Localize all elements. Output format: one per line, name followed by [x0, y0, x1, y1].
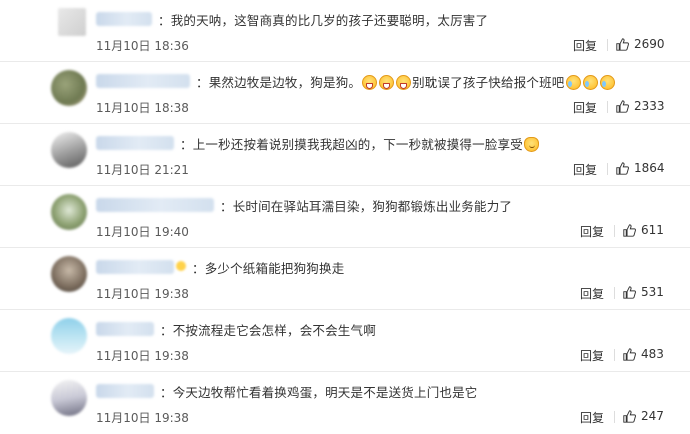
- comment-item: ：今天边牧帮忙看着换鸡蛋，明天是不是送货上门也是它 11月10日 19:38 回…: [0, 372, 690, 434]
- reply-button[interactable]: 回复: [573, 99, 597, 116]
- like-count: 1864: [634, 161, 665, 175]
- comment-time: 11月10日 21:21: [96, 163, 189, 177]
- comment-text-part: ：上一秒还按着说别摸我我超凶的，下一秒就被摸得一脸享受: [180, 137, 523, 152]
- like-count: 483: [641, 347, 664, 361]
- comment-list: ：我的天呐，这智商真的比几岁的孩子还要聪明，太厉害了 11月10日 18:36 …: [0, 0, 690, 434]
- like-button[interactable]: 2690: [616, 37, 665, 51]
- avatar[interactable]: [51, 70, 87, 106]
- like-button[interactable]: 1864: [616, 161, 665, 175]
- divider: [614, 225, 615, 237]
- thumbs-up-icon: [616, 161, 629, 175]
- cry-laugh-emoji: [599, 75, 615, 90]
- like-button[interactable]: 611: [623, 223, 664, 237]
- divider: [614, 287, 615, 299]
- like-button[interactable]: 531: [623, 285, 664, 299]
- comment-text: ：多少个纸箱能把狗狗换走: [192, 261, 345, 276]
- comment-item: ：上一秒还按着说别摸我我超凶的，下一秒就被摸得一脸享受 11月10日 21:21…: [0, 124, 690, 186]
- reply-button[interactable]: 回复: [573, 161, 597, 178]
- comment-time: 11月10日 19:38: [96, 287, 189, 301]
- thumbs-up-icon: [623, 223, 636, 237]
- username[interactable]: [96, 384, 154, 398]
- like-count: 611: [641, 223, 664, 237]
- comment-text-part: ：果然边牧是边牧，狗是狗。: [196, 75, 362, 90]
- thumbs-up-icon: [623, 409, 636, 423]
- avatar[interactable]: [51, 318, 87, 354]
- username[interactable]: [96, 74, 190, 88]
- username[interactable]: [96, 260, 174, 274]
- comment-item: ：长时间在驿站耳濡目染，狗狗都锻炼出业务能力了 11月10日 19:40 回复 …: [0, 186, 690, 248]
- comment-text: ：不按流程走它会怎样，会不会生气啊: [160, 323, 376, 338]
- like-count: 247: [641, 409, 664, 423]
- reply-button[interactable]: 回复: [580, 223, 604, 240]
- thumbs-up-icon: [623, 285, 636, 299]
- comment-time: 11月10日 18:38: [96, 101, 189, 115]
- username[interactable]: [96, 12, 152, 26]
- divider: [607, 101, 608, 113]
- comment-text: ：果然边牧是边牧，狗是狗。 别耽误了孩子快给报个班吧: [196, 72, 616, 91]
- reply-button[interactable]: 回复: [573, 37, 597, 54]
- thumbs-up-icon: [616, 37, 629, 51]
- thumbs-up-icon: [623, 347, 636, 361]
- like-count: 2333: [634, 99, 665, 113]
- cat-emoji: [523, 137, 539, 152]
- avatar[interactable]: [51, 194, 87, 230]
- divider: [607, 163, 608, 175]
- divider: [614, 411, 615, 423]
- comment-time: 11月10日 19:38: [96, 349, 189, 363]
- comment-text-part: 别耽误了孩子快给报个班吧: [412, 75, 565, 90]
- comment-item: ：果然边牧是边牧，狗是狗。 别耽误了孩子快给报个班吧 11月10日 18:38 回…: [0, 62, 690, 124]
- comment-text: ：上一秒还按着说别摸我我超凶的，下一秒就被摸得一脸享受: [180, 134, 540, 153]
- comment-text: ：我的天呐，这智商真的比几岁的孩子还要聪明，太厉害了: [158, 13, 489, 28]
- avatar[interactable]: [58, 8, 86, 36]
- username[interactable]: [96, 322, 154, 336]
- username[interactable]: [96, 198, 214, 212]
- comment-time: 11月10日 19:40: [96, 225, 189, 239]
- divider: [614, 349, 615, 361]
- comment-text: ：今天边牧帮忙看着换鸡蛋，明天是不是送货上门也是它: [160, 385, 478, 400]
- avatar[interactable]: [51, 132, 87, 168]
- comment-item: ：多少个纸箱能把狗狗换走 11月10日 19:38 回复 531: [0, 248, 690, 310]
- cry-laugh-emoji: [565, 75, 581, 90]
- laugh-emoji: [396, 75, 412, 90]
- reply-button[interactable]: 回复: [580, 347, 604, 364]
- avatar[interactable]: [51, 380, 87, 416]
- like-count: 531: [641, 285, 664, 299]
- like-button[interactable]: 2333: [616, 99, 665, 113]
- like-button[interactable]: 247: [623, 409, 664, 423]
- laugh-emoji: [362, 75, 378, 90]
- cry-laugh-emoji: [582, 75, 598, 90]
- reply-button[interactable]: 回复: [580, 285, 604, 302]
- comment-text: ：长时间在驿站耳濡目染，狗狗都锻炼出业务能力了: [220, 199, 513, 214]
- like-count: 2690: [634, 37, 665, 51]
- avatar[interactable]: [51, 256, 87, 292]
- comment-time: 11月10日 18:36: [96, 39, 189, 53]
- comment-item: ：我的天呐，这智商真的比几岁的孩子还要聪明，太厉害了 11月10日 18:36 …: [0, 0, 690, 62]
- comment-time: 11月10日 19:38: [96, 411, 189, 425]
- laugh-emoji: [379, 75, 395, 90]
- reply-button[interactable]: 回复: [580, 409, 604, 426]
- like-button[interactable]: 483: [623, 347, 664, 361]
- thumbs-up-icon: [616, 99, 629, 113]
- username-badge: [176, 261, 186, 271]
- comment-item: ：不按流程走它会怎样，会不会生气啊 11月10日 19:38 回复 483: [0, 310, 690, 372]
- divider: [607, 39, 608, 51]
- username[interactable]: [96, 136, 174, 150]
